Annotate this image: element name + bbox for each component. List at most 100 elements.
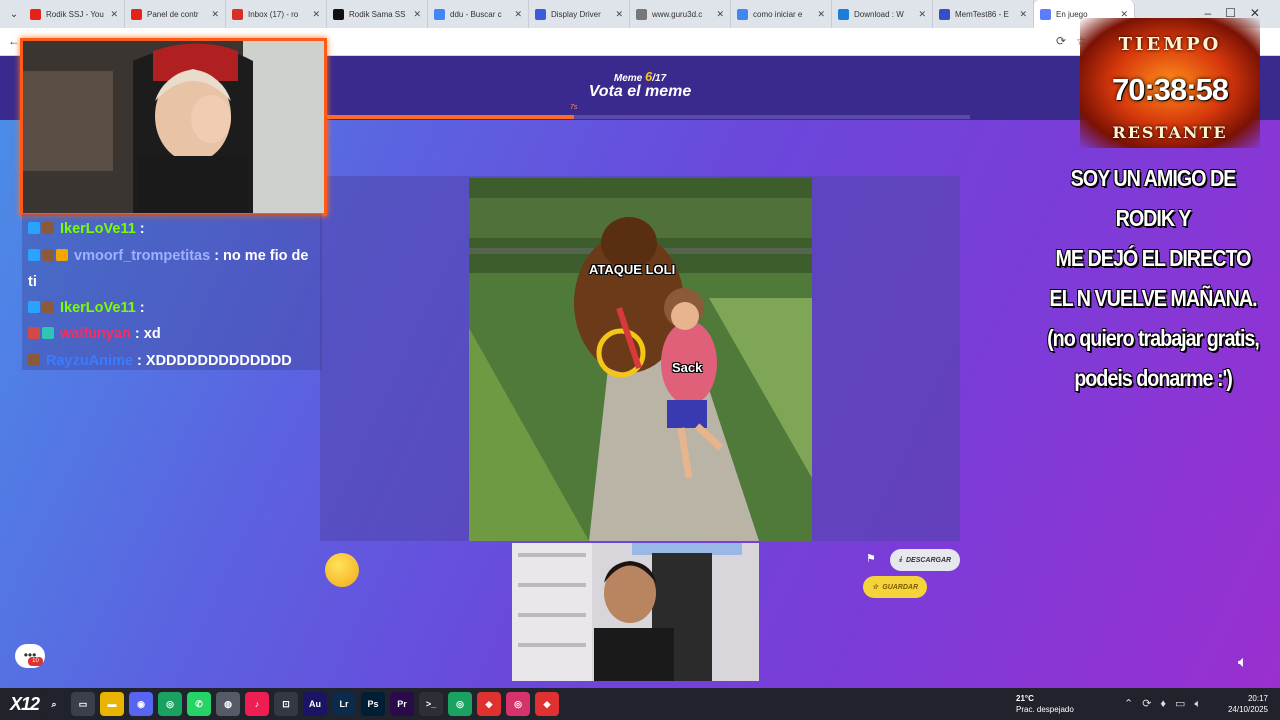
tab-close-icon[interactable]: ✕: [615, 9, 623, 20]
tab-close-icon[interactable]: ✕: [1019, 9, 1027, 20]
tab-close-icon[interactable]: ✕: [817, 9, 825, 20]
tiktok-icon[interactable]: ♪: [245, 692, 269, 716]
meme-caption-top: ATAQUE LOLI: [589, 262, 676, 277]
timer-track: [320, 115, 970, 119]
download-button-label: DESCARGAR: [905, 556, 952, 564]
streamer-message: SOY UN AMIGO DE RODIK Y ME DEJÓ EL DIREC…: [1040, 158, 1265, 398]
anydesk-2-icon[interactable]: ◆: [535, 692, 559, 716]
timer-fill: [320, 115, 574, 119]
search-icon[interactable]: ⌕: [42, 692, 66, 716]
badge-icon: [28, 300, 40, 313]
tab-close-icon[interactable]: ✕: [716, 9, 724, 20]
browser-tab[interactable]: Download : W ✕: [832, 0, 933, 28]
message-line: SOY UN AMIGO DE RODIK Y: [1070, 165, 1237, 231]
badge-icon: [56, 248, 68, 261]
chat-message: RayzuAnime : XDDDDDDDDDDDDD: [28, 348, 316, 375]
weather-widget[interactable]: 21°C Prac. despejado: [1016, 693, 1074, 715]
weather-desc: Prac. despejado: [1016, 705, 1074, 714]
message-line: ME DEJÓ EL DIRECTO: [1055, 245, 1251, 271]
chat-message: waifunyan : xd: [28, 321, 316, 348]
tab-close-icon[interactable]: ✕: [514, 9, 522, 20]
chrome-2-icon[interactable]: ◎: [448, 692, 472, 716]
chat-message: vmoorf_trompetitas : no me fio de ti: [28, 243, 316, 295]
emoji-reaction-icon[interactable]: [325, 553, 359, 587]
browser-tab[interactable]: Rodik Sama SS ✕: [327, 0, 428, 28]
browser-tab[interactable]: Panel de contr ✕: [125, 0, 226, 28]
chat-text: : xd: [130, 326, 161, 342]
tab-close-icon[interactable]: ✕: [110, 9, 118, 20]
back-icon[interactable]: ←: [8, 34, 20, 48]
chat-username[interactable]: vmoorf_trompetitas: [74, 248, 210, 264]
chrome-icon[interactable]: ◎: [158, 692, 182, 716]
meme-image-drawing: [469, 178, 812, 541]
badge-icon: [42, 222, 54, 234]
download-button[interactable]: ⤓ DESCARGAR: [890, 549, 960, 571]
tab-search-icon[interactable]: ⌄: [4, 4, 24, 24]
save-button[interactable]: ☆ GUARDAR: [863, 576, 927, 598]
tab-favicon-icon: [838, 8, 849, 20]
chat-text: :: [135, 299, 145, 316]
clock-date: 24/10/2025: [1227, 705, 1268, 714]
browser-tab[interactable]: MemTest86 - E ✕: [933, 0, 1034, 28]
chat-username[interactable]: waifunyan: [60, 326, 131, 342]
badge-icon: [28, 353, 40, 366]
file-explorer-icon[interactable]: ▬: [100, 692, 124, 716]
browser-tab[interactable]: como iniciar e ✕: [731, 0, 832, 28]
save-button-label: GUARDAR: [882, 583, 919, 591]
guest-webcam-drawing: [512, 543, 759, 681]
volume-icon[interactable]: 🔈︎: [1238, 654, 1248, 672]
chat-username[interactable]: IkerLoVe11: [60, 221, 136, 237]
tab-close-icon[interactable]: ✕: [312, 9, 320, 20]
tab-label: Rodik SSJ - You: [46, 9, 104, 19]
tab-label: como iniciar e: [753, 9, 803, 19]
tab-favicon-icon: [30, 8, 41, 20]
tab-favicon-icon: [939, 8, 950, 20]
chat-badges: [28, 243, 70, 269]
tab-label: Download : W: [854, 9, 904, 19]
browser-tab[interactable]: www.guru3d.c ✕: [630, 0, 731, 28]
start-logo[interactable]: X12: [10, 694, 40, 715]
chat-text: : XDDDDDDDDDDDDD: [133, 352, 292, 369]
lightroom-icon[interactable]: Lr: [332, 692, 356, 716]
taskbar: X12 ⌕ ▭ ▬ ◉ ◎ ✆ ◍ ♪ ⊡ Au Lr Ps Pr >_ ◎ ◆ ◎ ◆ 21°C Prac. d…: [0, 688, 1280, 720]
message-line: (no quiero trabajar gratis,: [1047, 325, 1260, 351]
badge-icon: [28, 222, 40, 234]
tab-close-icon[interactable]: ✕: [211, 9, 219, 20]
anydesk-icon[interactable]: ◆: [477, 692, 501, 716]
app-icon[interactable]: ◍: [216, 692, 240, 716]
browser-tab[interactable]: Rodik SSJ - You ✕: [24, 0, 125, 28]
system-tray[interactable]: ⌃⟳♦▭🔈︎: [1124, 697, 1210, 711]
app-dark-icon[interactable]: ⊡: [274, 692, 298, 716]
chat-badges: [28, 321, 56, 348]
tab-favicon-icon: [434, 8, 445, 20]
tab-close-icon[interactable]: ✕: [413, 9, 421, 20]
chrome-3-icon[interactable]: ◎: [506, 692, 530, 716]
discord-icon[interactable]: ◉: [129, 692, 153, 716]
browser-tab[interactable]: Display Driver ✕: [529, 0, 630, 28]
tab-favicon-icon: [737, 8, 748, 20]
message-line: EL N VUELVE MAÑANA.: [1049, 285, 1257, 311]
tab-favicon-icon: [131, 8, 142, 20]
clock[interactable]: 20:17 24/10/2025: [1226, 693, 1268, 715]
browser-tab[interactable]: ddu - Buscar c ✕: [428, 0, 529, 28]
task-view-icon[interactable]: ▭: [71, 692, 95, 716]
chat-username[interactable]: IkerLoVe11: [60, 300, 136, 316]
premiere-icon[interactable]: Pr: [390, 692, 414, 716]
chat-username[interactable]: RayzuAnime: [46, 353, 133, 369]
report-flag-icon[interactable]: ⚑: [866, 552, 878, 566]
tab-close-icon[interactable]: ✕: [918, 9, 926, 20]
tab-favicon-icon: [232, 8, 243, 20]
browser-tab[interactable]: Inbox (17) - ro ✕: [226, 0, 327, 28]
audition-icon[interactable]: Au: [303, 692, 327, 716]
whatsapp-icon[interactable]: ✆: [187, 692, 211, 716]
countdown-title: TIEMPO: [1118, 34, 1222, 55]
tab-favicon-icon: [535, 8, 546, 20]
photoshop-icon[interactable]: Ps: [361, 692, 385, 716]
notification-badge: 10: [28, 657, 43, 666]
tab-label: ddu - Buscar c: [450, 9, 502, 19]
chat-badges: [28, 295, 56, 322]
terminal-icon[interactable]: >_: [419, 692, 443, 716]
guest-webcam: [512, 543, 759, 681]
tab-label: www.guru3d.c: [652, 9, 703, 19]
chat-panel: IkerLoVe11 : vmoorf_trompetitas : no me …: [22, 214, 322, 370]
